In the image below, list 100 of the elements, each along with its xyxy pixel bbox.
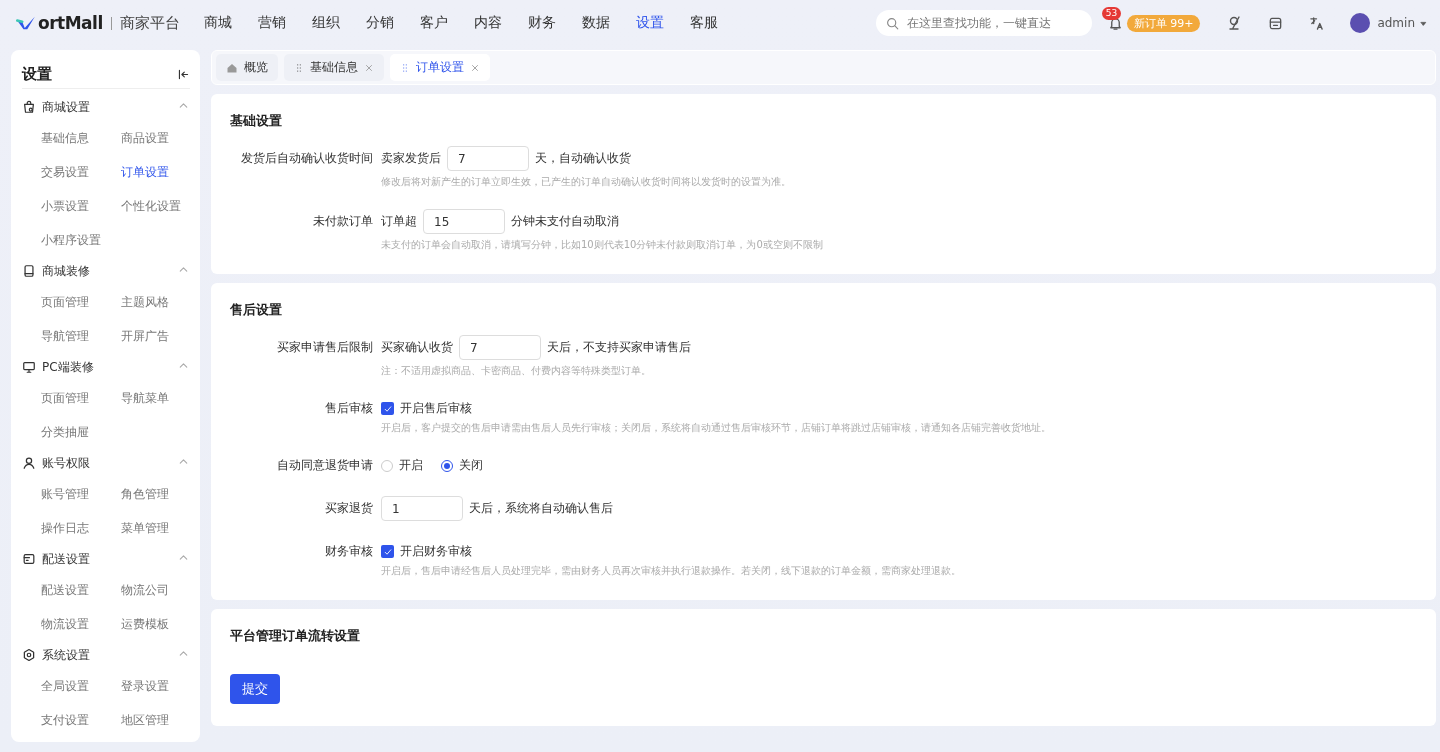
sidebar-title: 设置 (22, 64, 52, 84)
section-title: 售后设置 (230, 301, 283, 319)
nav-item[interactable]: 组织 (312, 14, 340, 32)
sidebar-item[interactable]: 登录设置 (121, 669, 200, 703)
submit-button[interactable]: 提交 (230, 674, 280, 704)
nav-item[interactable]: 财务 (528, 14, 556, 32)
nav-item[interactable]: 数据 (582, 14, 610, 32)
sidebar-item[interactable]: 配送设置 (41, 573, 121, 607)
field-suffix: 天后，系统将自动确认售后 (469, 500, 613, 517)
hint-text: 开启后，客户提交的售后申请需由售后人员先行审核；关闭后，系统将自动通过售后审核环节，店铺订单将跳过店铺审核，请通知各店铺完善收货地址。 (381, 421, 1052, 435)
checkbox-label: 开启售后审核 (400, 400, 472, 417)
card-icon (22, 552, 36, 566)
section-title: 平台管理订单流转设置 (230, 627, 361, 645)
field-label: 买家申请售后限制 (276, 339, 373, 356)
sidebar-item[interactable]: 运费模板 (121, 607, 200, 641)
user-name[interactable]: admin (1377, 16, 1415, 30)
field-prefix: 订单超 (381, 213, 417, 230)
drag-icon (294, 62, 304, 73)
hint-text: 注：不适用虚拟商品、卡密商品、付费内容等特殊类型订单。 (381, 364, 652, 378)
radio-label: 开启 (399, 457, 423, 474)
field-label: 发货后自动确认收货时间 (240, 150, 373, 167)
bag-icon (22, 100, 36, 114)
sidebar-item[interactable]: 菜单管理 (121, 511, 200, 545)
field-label: 自动同意退货申请 (276, 457, 373, 474)
sidebar-item[interactable]: 支付设置 (41, 703, 121, 737)
nav-item[interactable]: 营销 (258, 14, 286, 32)
input-field[interactable]: 7 (459, 335, 541, 360)
nav-item[interactable]: 客户 (420, 14, 448, 32)
checkbox-label: 开启财务审核 (400, 543, 472, 560)
sidebar-item[interactable]: 物流设置 (41, 607, 121, 641)
field-prefix: 买家确认收货 (381, 339, 453, 356)
sidebar-item[interactable]: 商品设置 (121, 121, 200, 155)
sidebar-item[interactable]: 全局设置 (41, 669, 121, 703)
sidebar-item[interactable]: 基础信息 (41, 121, 121, 155)
field-label: 买家退货 (324, 500, 373, 517)
group-header[interactable]: 商城装修 (22, 257, 190, 285)
monitor-icon (22, 360, 36, 374)
checkbox[interactable] (381, 545, 394, 558)
sidebar-item[interactable]: 操作日志 (41, 511, 121, 545)
page-tab[interactable]: 概览 (216, 54, 278, 81)
group-header[interactable]: 系统设置 (22, 641, 190, 669)
sidebar-item[interactable]: 角色管理 (121, 477, 200, 511)
store-icon (1268, 15, 1284, 31)
field-suffix: 天，自动确认收货 (535, 150, 631, 167)
sidebar-item[interactable]: 主题风格 (121, 285, 200, 319)
sidebar-item[interactable]: 物流公司 (121, 573, 200, 607)
field-label: 售后审核 (324, 400, 373, 417)
nav-item[interactable]: 设置 (636, 14, 664, 32)
brand-name: ortMall (38, 13, 103, 33)
input-field[interactable]: 7 (447, 146, 529, 171)
hint-text: 未支付的订单会自动取消，请填写分钟，比如10则代表10分钟未付款则取消订单，为0或空则不限制 (381, 238, 824, 252)
field-prefix: 卖家发货后 (381, 150, 441, 167)
translate-icon (1309, 15, 1325, 31)
hint-text: 开启后，售后申请经售后人员处理完毕，需由财务人员再次审核并执行退款操作。若关闭，线下退款的订单金额，需商家处理退款。 (381, 564, 962, 578)
page-tab[interactable]: 基础信息 (284, 54, 384, 81)
nav-item[interactable]: 内容 (474, 14, 502, 32)
platform-name: 商家平台 (119, 13, 180, 33)
group-header[interactable]: 配送设置 (22, 545, 190, 573)
section-title: 基础设置 (230, 112, 283, 130)
sidebar-item[interactable]: 地区管理 (121, 703, 200, 737)
sidebar-item[interactable]: 页面管理 (41, 381, 121, 415)
nav-item[interactable]: 客服 (690, 14, 718, 32)
home-icon (226, 61, 238, 74)
sidebar-item[interactable]: 小程序设置 (41, 223, 121, 257)
field-label: 未付款订单 (312, 213, 373, 230)
user-icon (22, 456, 36, 470)
tablet-icon (22, 264, 36, 278)
hint-text: 修改后将对新产生的订单立即生效，已产生的订单自动确认收货时间将以发货时的设置为准。 (381, 175, 792, 189)
check-icon (382, 546, 393, 557)
group-header[interactable]: PC端装修 (22, 353, 190, 381)
input-field[interactable]: 15 (423, 209, 505, 234)
group-header[interactable]: 商城设置 (22, 93, 190, 121)
checkbox[interactable] (381, 402, 394, 415)
input-field[interactable]: 1 (381, 496, 463, 521)
user-avatar[interactable] (1350, 13, 1371, 33)
sidebar-item[interactable]: 账号管理 (41, 477, 121, 511)
sidebar-item[interactable]: 导航管理 (41, 319, 121, 353)
sidebar-item[interactable]: 页面管理 (41, 285, 121, 319)
sidebar-item[interactable]: 个性化设置 (121, 189, 200, 223)
field-label: 财务审核 (324, 543, 373, 560)
check-icon (382, 403, 393, 414)
sidebar-item[interactable]: 交易设置 (41, 155, 121, 189)
field-suffix: 天后，不支持买家申请售后 (547, 339, 691, 356)
field-suffix: 分钟未支付自动取消 (511, 213, 619, 230)
drag-icon (400, 62, 410, 73)
sidebar-item[interactable]: 开屏广告 (121, 319, 200, 353)
headset-icon (1226, 15, 1243, 31)
sidebar-item[interactable]: 分类抽屉 (41, 415, 121, 449)
sidebar-item[interactable]: 小票设置 (41, 189, 121, 223)
sidebar-item[interactable]: 订单设置 (121, 155, 200, 189)
collapse-icon (177, 67, 190, 81)
search-field[interactable]: 在这里查找功能，一键直达 (875, 10, 1092, 36)
page-tab[interactable]: 订单设置 (390, 54, 490, 81)
sidebar-item[interactable]: 导航菜单 (121, 381, 200, 415)
radio-label: 关闭 (459, 457, 483, 474)
group-header[interactable]: 账号权限 (22, 449, 190, 477)
nav-item[interactable]: 商城 (204, 14, 232, 32)
notification-count: 53 (1101, 6, 1122, 20)
nav-item[interactable]: 分销 (366, 14, 394, 32)
search-icon (885, 16, 899, 30)
